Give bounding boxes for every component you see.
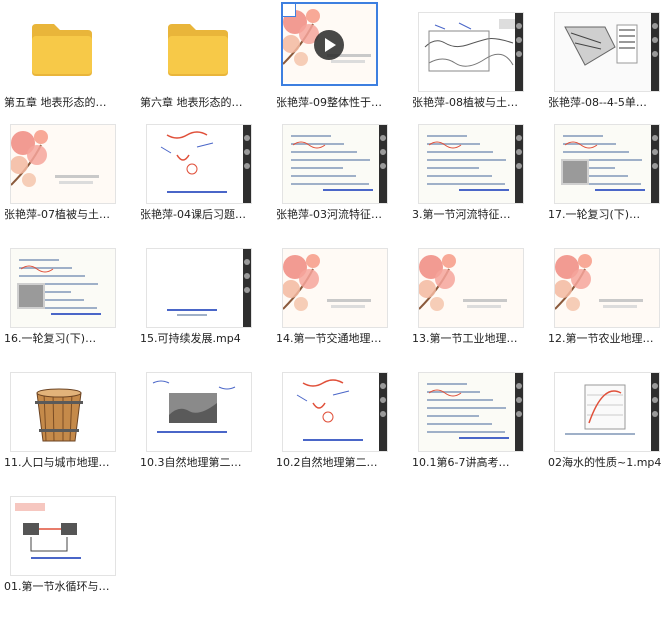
file-name: 第六章 地表形态的… xyxy=(140,96,243,109)
video-thumbnail[interactable] xyxy=(281,2,378,86)
file-name: 张艳萍-08--4-5单… xyxy=(548,96,647,109)
video-thumbnail[interactable] xyxy=(418,124,524,204)
video-file-item[interactable]: 15.可持续发展.mp4 xyxy=(136,236,272,348)
file-name: 10.2自然地理第二… xyxy=(276,456,378,469)
video-file-item[interactable]: 张艳萍-07植被与土… xyxy=(0,112,136,224)
video-file-item[interactable]: 01.第一节水循环与… xyxy=(0,484,136,596)
file-name: 10.1第6-7讲高考… xyxy=(412,456,510,469)
file-name: 14.第一节交通地理… xyxy=(276,332,382,345)
file-name: 11.人口与城市地理… xyxy=(4,456,110,469)
video-thumbnail[interactable] xyxy=(418,248,524,328)
video-thumbnail[interactable] xyxy=(554,124,660,204)
video-thumbnail[interactable] xyxy=(10,124,116,204)
slide-sidebar xyxy=(651,13,659,91)
video-file-item[interactable]: 10.3自然地理第二… xyxy=(136,360,272,472)
file-name: 12.第一节农业地理… xyxy=(548,332,654,345)
slide-sidebar xyxy=(515,373,523,451)
video-thumbnail[interactable] xyxy=(10,372,116,452)
slide-sidebar xyxy=(379,373,387,451)
video-file-item[interactable]: 3.第一节河流特征… xyxy=(408,112,544,224)
slide-sidebar xyxy=(651,373,659,451)
play-icon[interactable] xyxy=(314,30,344,60)
video-thumbnail[interactable] xyxy=(554,248,660,328)
slide-sidebar xyxy=(515,125,523,203)
folder-item[interactable]: 第五章 地表形态的… xyxy=(0,0,136,112)
file-name: 张艳萍-07植被与土… xyxy=(4,208,110,221)
file-name: 16.一轮复习(下)… xyxy=(4,332,97,345)
video-thumbnail[interactable] xyxy=(418,372,524,452)
file-name: 10.3自然地理第二… xyxy=(140,456,242,469)
file-name: 张艳萍-08植被与土… xyxy=(412,96,518,109)
video-file-item[interactable]: 17.一轮复习(下)… xyxy=(544,112,672,224)
video-thumbnail[interactable] xyxy=(146,248,252,328)
file-name: 张艳萍-09整体性于… xyxy=(276,96,382,109)
video-file-item[interactable]: 14.第一节交通地理… xyxy=(272,236,408,348)
file-name: 3.第一节河流特征… xyxy=(412,208,511,221)
folder-icon xyxy=(168,24,228,76)
file-name: 17.一轮复习(下)… xyxy=(548,208,641,221)
video-file-item[interactable]: 张艳萍-03河流特征… xyxy=(272,112,408,224)
video-file-item[interactable]: 张艳萍-04课后习题… xyxy=(136,112,272,224)
file-name: 第五章 地表形态的… xyxy=(4,96,107,109)
slide-sidebar xyxy=(243,249,251,327)
video-file-item[interactable]: 张艳萍-08植被与土… xyxy=(408,0,544,112)
file-name: 02海水的性质~1.mp4 xyxy=(548,456,662,469)
file-name: 01.第一节水循环与… xyxy=(4,580,110,593)
video-thumbnail[interactable] xyxy=(554,372,660,452)
video-thumbnail[interactable] xyxy=(282,248,388,328)
video-file-item[interactable]: 11.人口与城市地理… xyxy=(0,360,136,472)
video-file-item[interactable]: 张艳萍-08--4-5单… xyxy=(544,0,672,112)
file-name: 15.可持续发展.mp4 xyxy=(140,332,241,345)
select-checkbox[interactable] xyxy=(283,4,296,17)
file-name: 张艳萍-03河流特征… xyxy=(276,208,382,221)
slide-sidebar xyxy=(243,125,251,203)
slide-sidebar xyxy=(515,13,523,91)
slide-sidebar xyxy=(379,125,387,203)
slide-sidebar xyxy=(651,125,659,203)
video-file-item[interactable]: 12.第一节农业地理… xyxy=(544,236,672,348)
video-file-item[interactable]: 13.第一节工业地理… xyxy=(408,236,544,348)
folder-item[interactable]: 第六章 地表形态的… xyxy=(136,0,272,112)
file-name: 13.第一节工业地理… xyxy=(412,332,518,345)
video-file-item[interactable]: 张艳萍-09整体性于… xyxy=(272,0,408,112)
video-thumbnail[interactable] xyxy=(282,372,388,452)
folder-icon xyxy=(32,24,92,76)
file-name: 张艳萍-04课后习题… xyxy=(140,208,246,221)
video-thumbnail[interactable] xyxy=(554,12,660,92)
video-file-item[interactable]: 02海水的性质~1.mp4 xyxy=(544,360,672,472)
video-file-item[interactable]: 16.一轮复习(下)… xyxy=(0,236,136,348)
video-thumbnail[interactable] xyxy=(10,248,116,328)
video-file-item[interactable]: 10.2自然地理第二… xyxy=(272,360,408,472)
video-thumbnail[interactable] xyxy=(146,372,252,452)
video-thumbnail[interactable] xyxy=(418,12,524,92)
video-thumbnail[interactable] xyxy=(146,124,252,204)
video-thumbnail[interactable] xyxy=(282,124,388,204)
video-file-item[interactable]: 10.1第6-7讲高考… xyxy=(408,360,544,472)
video-thumbnail[interactable] xyxy=(10,496,116,576)
